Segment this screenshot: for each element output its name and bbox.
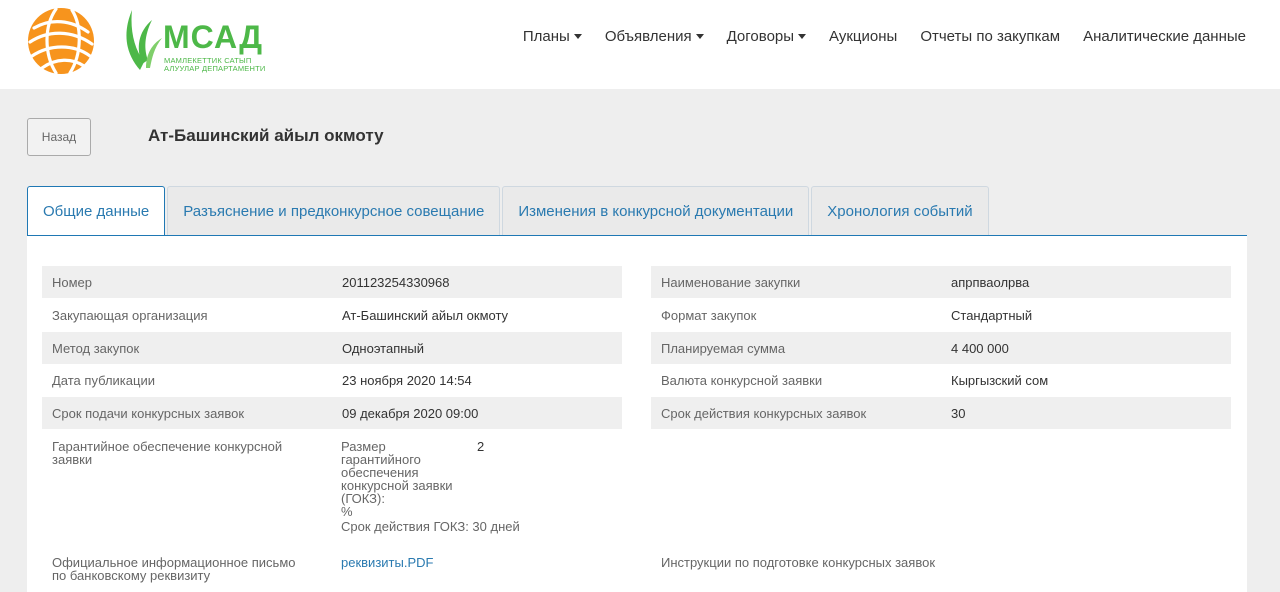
org-value: Ат-Башинский айыл окмоту [342, 308, 509, 323]
nav-plans-label: Планы [522, 27, 570, 45]
guarantee-label-line1: Гарантийное обеспечение конкурсной [52, 439, 283, 454]
gok-line5: (ГОКЗ): [341, 491, 385, 506]
nav-plans[interactable]: Планы [523, 28, 582, 45]
currency-value: Кыргызский сом [951, 373, 1049, 388]
nav-reports[interactable]: Отчеты по закупкам [920, 28, 1060, 45]
planned-sum-value: 4 400 000 [951, 341, 1009, 356]
purchase-name-value: апрпваолрва [951, 275, 1030, 290]
brand-subtitle-line2: АЛУУЛАР ДЕПАРТАМЕНТИ [164, 64, 266, 73]
requisites-pdf-link[interactable]: реквизиты.PDF [341, 556, 433, 569]
row-currency: Валюта конкурсной заявки Кыргызский сом [651, 364, 1231, 396]
page-title: Ат-Башинский айыл окмоту [148, 126, 384, 145]
format-label: Формат закупок [661, 308, 757, 323]
format-value: Стандартный [951, 308, 1033, 323]
chevron-down-icon [573, 33, 582, 39]
gok-term: Срок действия ГОКЗ: 30 дней [341, 519, 520, 534]
nav-announcements[interactable]: Объявления [605, 28, 704, 45]
nav-analytics[interactable]: Аналитические данные [1083, 28, 1246, 45]
tab-clarification[interactable]: Разъяснение и предконкурсное совещание [167, 186, 501, 236]
row-number: Номер 201123254330968 [42, 266, 622, 298]
deadline-value: 09 декабря 2020 09:00 [342, 406, 479, 421]
deadline-label: Срок подачи конкурсных заявок [52, 406, 245, 421]
row-org: Закупающая организация Ат-Башинский айыл… [42, 299, 622, 331]
tab-general-data[interactable]: Общие данные [27, 186, 166, 236]
brand-title: МСАД [163, 19, 264, 55]
currency-label: Валюта конкурсной заявки [661, 373, 823, 388]
guarantee-label: Гарантийное обеспечение конкурсной заявк… [52, 440, 332, 466]
tab-document-changes[interactable]: Изменения в конкурсной документации [502, 186, 810, 236]
row-deadline: Срок подачи конкурсных заявок 09 декабря… [42, 397, 622, 429]
tab-bar: Общие данные Разъяснение и предконкурсно… [27, 186, 991, 236]
method-value: Одноэтапный [342, 341, 425, 356]
number-value: 201123254330968 [342, 275, 450, 290]
guarantee-label-line2: заявки [52, 452, 93, 467]
publication-date-value: 23 ноября 2020 14:54 [342, 373, 472, 388]
main-nav: Планы Объявления Договоры Аукционы Отчет… [500, 24, 1246, 48]
gok-line6: % [341, 504, 353, 519]
planned-sum-label: Планируемая сумма [661, 341, 786, 356]
nav-announcements-label: Объявления [604, 27, 692, 45]
nav-contracts[interactable]: Договоры [726, 27, 807, 45]
publication-date-label: Дата публикации [52, 373, 155, 388]
nav-contracts-label: Договоры [726, 27, 795, 45]
row-validity: Срок действия конкурсных заявок 30 [651, 397, 1231, 429]
row-planned-sum: Планируемая сумма 4 400 000 [651, 332, 1231, 364]
chevron-down-icon [695, 33, 704, 39]
chevron-down-icon [798, 33, 807, 39]
header: МСАД МАМЛЕКЕТТИК САТЫП АЛУУЛАР ДЕПАРТАМЕ… [0, 0, 1280, 89]
instructions-label: Инструкции по подготовке конкурсных заяв… [661, 555, 936, 570]
globe-logo-icon[interactable] [26, 6, 96, 76]
nav-auctions[interactable]: Аукционы [829, 28, 897, 45]
validity-label: Срок действия конкурсных заявок [661, 406, 867, 421]
purchase-name-label: Наименование закупки [661, 275, 801, 290]
msad-leaf-logo-icon[interactable] [120, 4, 162, 72]
brand-subtitle: МАМЛЕКЕТТИК САТЫП АЛУУЛАР ДЕПАРТАМЕНТИ [164, 57, 266, 73]
row-format: Формат закупок Стандартный [651, 299, 1231, 331]
row-purchase-name: Наименование закупки апрпваолрва [651, 266, 1231, 298]
number-label: Номер [52, 275, 93, 290]
bank-letter-label: Официальное информационное письмо по бан… [52, 556, 332, 582]
org-label: Закупающая организация [52, 308, 208, 323]
gok-size-value: 2 [477, 439, 485, 454]
gok-size-label: Размер гарантийного обеспечения конкурсн… [341, 440, 471, 518]
row-method: Метод закупок Одноэтапный [42, 332, 622, 364]
row-publication-date: Дата публикации 23 ноября 2020 14:54 [42, 364, 622, 396]
tab-event-chronology[interactable]: Хронология событий [811, 186, 989, 236]
back-button[interactable]: Назад [27, 118, 91, 156]
bank-letter-label-line2: по банковскому реквизиту [52, 568, 211, 583]
validity-value: 30 [951, 406, 966, 421]
method-label: Метод закупок [52, 341, 140, 356]
